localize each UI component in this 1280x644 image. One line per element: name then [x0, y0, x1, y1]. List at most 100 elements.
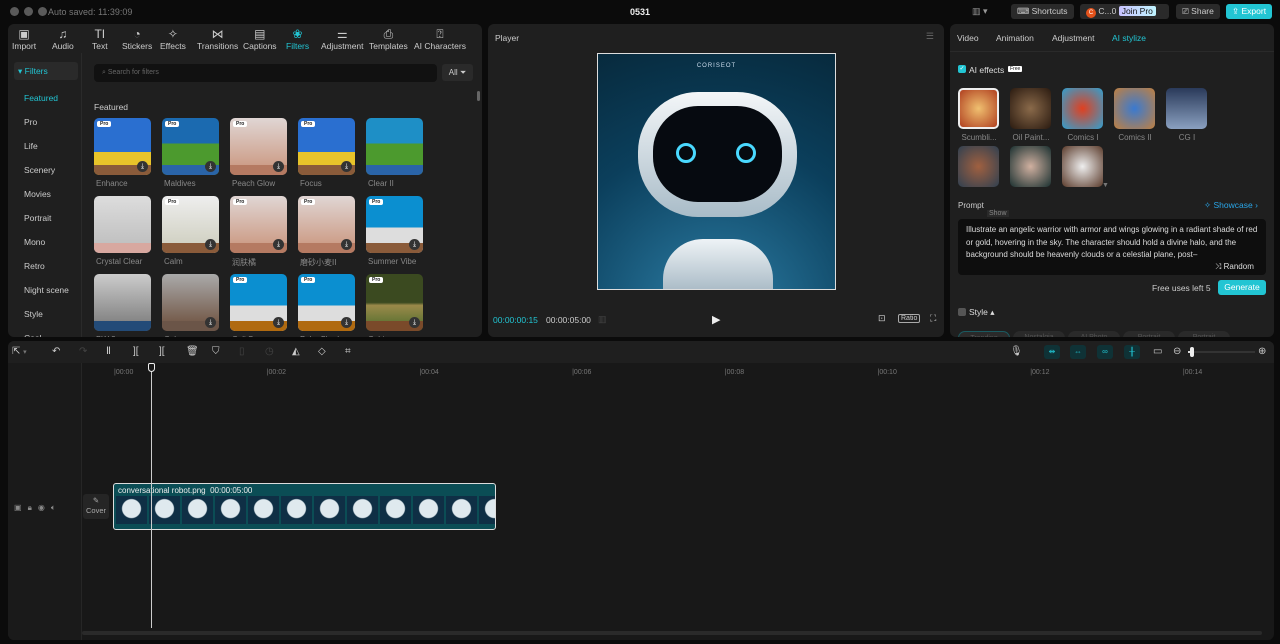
play-button[interactable]: ▶	[712, 313, 720, 326]
category-4[interactable]: Movies	[24, 189, 51, 199]
tab-filters[interactable]: ❀ Filters	[286, 27, 309, 51]
filters-header[interactable]: ▾ Filters	[14, 62, 78, 80]
filter-thumbnail[interactable]	[94, 196, 151, 253]
ai-effect-thumbnail[interactable]	[1010, 88, 1051, 129]
filter-thumbnail[interactable]: Pro ⤓	[298, 196, 355, 253]
category-1[interactable]: Pro	[24, 117, 37, 127]
filter-all-dropdown[interactable]: All ⏷	[442, 64, 473, 81]
preview-image[interactable]: CORISEOT	[597, 53, 836, 290]
crop-icon[interactable]: ⌗	[345, 346, 351, 357]
filter-thumbnail[interactable]: Pro ⤓	[230, 196, 287, 253]
shortcuts-button[interactable]: ⌨ Shortcuts	[1011, 4, 1074, 19]
tab-audio[interactable]: ♫ Audio	[52, 27, 74, 51]
layout-icon[interactable]: ▥ ▾	[972, 6, 988, 17]
zoom-fit-icon[interactable]: ⊡	[878, 313, 886, 324]
ai-effect-thumbnail[interactable]	[1166, 88, 1207, 129]
inspector-tab-2[interactable]: Adjustment	[1052, 33, 1095, 43]
fullscreen-icon[interactable]: ⛶	[930, 313, 936, 324]
download-icon[interactable]: ⤓	[273, 317, 284, 328]
style-chip[interactable]: Nostalgia	[1013, 331, 1065, 337]
filter-thumbnail[interactable]: Pro ⤓	[366, 274, 423, 331]
tab-adjustment[interactable]: ⚌ Adjustment	[321, 27, 364, 51]
inspector-tab-1[interactable]: Animation	[996, 33, 1034, 43]
download-icon[interactable]: ⤓	[341, 161, 352, 172]
filter-thumbnail[interactable]: Pro ⤓	[298, 118, 355, 175]
linkage-button[interactable]: ∞	[1097, 345, 1113, 359]
download-icon[interactable]: ⤓	[341, 239, 352, 250]
tab-templates[interactable]: ⎙ Templates	[369, 27, 408, 51]
filter-thumbnail[interactable]: Pro ⤓	[230, 274, 287, 331]
download-icon[interactable]: ⤓	[205, 161, 216, 172]
cover-button[interactable]: ✎ Cover	[83, 494, 109, 519]
style-chip[interactable]: Trending	[958, 331, 1010, 337]
caption-preview-icon[interactable]: ▭	[1153, 346, 1162, 357]
ai-effect-thumbnail[interactable]	[1114, 88, 1155, 129]
download-icon[interactable]: ⤓	[273, 161, 284, 172]
tab-import[interactable]: ▣ Import	[12, 27, 36, 51]
account-button[interactable]: C C...0 Join Pro	[1080, 4, 1169, 19]
ai-effects-checkbox[interactable]: ✓	[958, 65, 966, 73]
category-2[interactable]: Life	[24, 141, 38, 151]
style-chip[interactable]: AI Photo	[1068, 331, 1120, 337]
download-icon[interactable]: ⤓	[205, 239, 216, 250]
zoom-slider-handle[interactable]	[1190, 347, 1195, 357]
style-chip[interactable]: Portrait	[1178, 331, 1230, 337]
select-tool-icon[interactable]: ⇱ ▾	[12, 346, 27, 357]
ai-effect-thumbnail[interactable]	[1010, 146, 1051, 187]
ai-effect-thumbnail[interactable]	[958, 88, 999, 129]
horizontal-scrollbar[interactable]	[82, 631, 1262, 635]
share-button[interactable]: ⎚ Share	[1176, 4, 1220, 19]
inspector-tab-0[interactable]: Video	[957, 33, 979, 43]
style-checkbox[interactable]	[958, 308, 966, 316]
filter-thumbnail[interactable]	[366, 118, 423, 175]
ai-effect-thumbnail[interactable]	[1062, 88, 1103, 129]
category-3[interactable]: Scenery	[24, 165, 55, 175]
filter-thumbnail[interactable]: Pro ⤓	[230, 118, 287, 175]
filter-thumbnail[interactable]: Pro ⤓	[298, 274, 355, 331]
showcase-link[interactable]: ✧ Showcase ›	[1204, 200, 1258, 211]
split-left-icon[interactable]: ][	[133, 346, 139, 357]
category-0[interactable]: Featured	[24, 93, 58, 103]
window-controls[interactable]	[10, 7, 52, 18]
zoom-in-icon[interactable]: ⊕	[1258, 346, 1266, 357]
category-10[interactable]: Cool	[24, 333, 41, 337]
tab-captions[interactable]: ▤ Captions	[243, 27, 277, 51]
delete-icon[interactable]: 🗑	[186, 346, 199, 357]
category-6[interactable]: Mono	[24, 237, 45, 247]
mirror-icon[interactable]: ◭	[292, 346, 300, 357]
split-right-icon[interactable]: ][	[159, 346, 165, 357]
export-button[interactable]: ⇪ Export	[1226, 4, 1273, 19]
zoom-slider[interactable]	[1188, 347, 1255, 357]
download-icon[interactable]: ⤓	[273, 239, 284, 250]
style-chip[interactable]: Portrait	[1123, 331, 1175, 337]
playhead-handle[interactable]	[148, 363, 155, 372]
tab-ai-characters[interactable]: ⍰ AI Characters	[414, 27, 466, 51]
filter-thumbnail[interactable]: ⤓	[162, 274, 219, 331]
undo-icon[interactable]: ↶	[52, 346, 60, 357]
marker-icon[interactable]: ⛉	[212, 346, 220, 357]
filter-thumbnail[interactable]	[94, 274, 151, 331]
download-icon[interactable]: ⤓	[137, 161, 148, 172]
join-pro-button[interactable]: Join Pro	[1118, 6, 1156, 16]
microphone-icon[interactable]: 🎙	[1010, 346, 1023, 357]
filter-thumbnail[interactable]: Pro ⤓	[162, 118, 219, 175]
download-icon[interactable]: ⤓	[341, 317, 352, 328]
more-effects-chevron[interactable]: ▼	[1102, 182, 1109, 189]
inspector-tab-3[interactable]: AI stylize	[1112, 33, 1146, 43]
download-icon[interactable]: ⤓	[409, 317, 420, 328]
video-clip[interactable]: conversational robot.png 00:00:05:00	[113, 483, 496, 530]
menu-icon[interactable]: ☰	[926, 31, 934, 42]
track-cover-icon[interactable]: ▣	[14, 503, 28, 512]
random-button[interactable]: ⤨ Random	[1215, 262, 1254, 272]
ratio-button[interactable]: Ratio	[898, 314, 921, 323]
category-7[interactable]: Retro	[24, 261, 45, 271]
split-icon[interactable]: Ⅱ	[106, 346, 111, 357]
lock-icon[interactable]: 🔒︎	[28, 503, 38, 512]
generate-button[interactable]: Generate	[1218, 280, 1266, 295]
tab-text[interactable]: TI Text	[92, 27, 108, 51]
tab-transitions[interactable]: ⋈ Transitions	[197, 27, 238, 51]
ai-effect-thumbnail[interactable]	[958, 146, 999, 187]
category-8[interactable]: Night scene	[24, 285, 69, 295]
download-icon[interactable]: ⤓	[409, 239, 420, 250]
filter-thumbnail[interactable]: Pro ⤓	[366, 196, 423, 253]
